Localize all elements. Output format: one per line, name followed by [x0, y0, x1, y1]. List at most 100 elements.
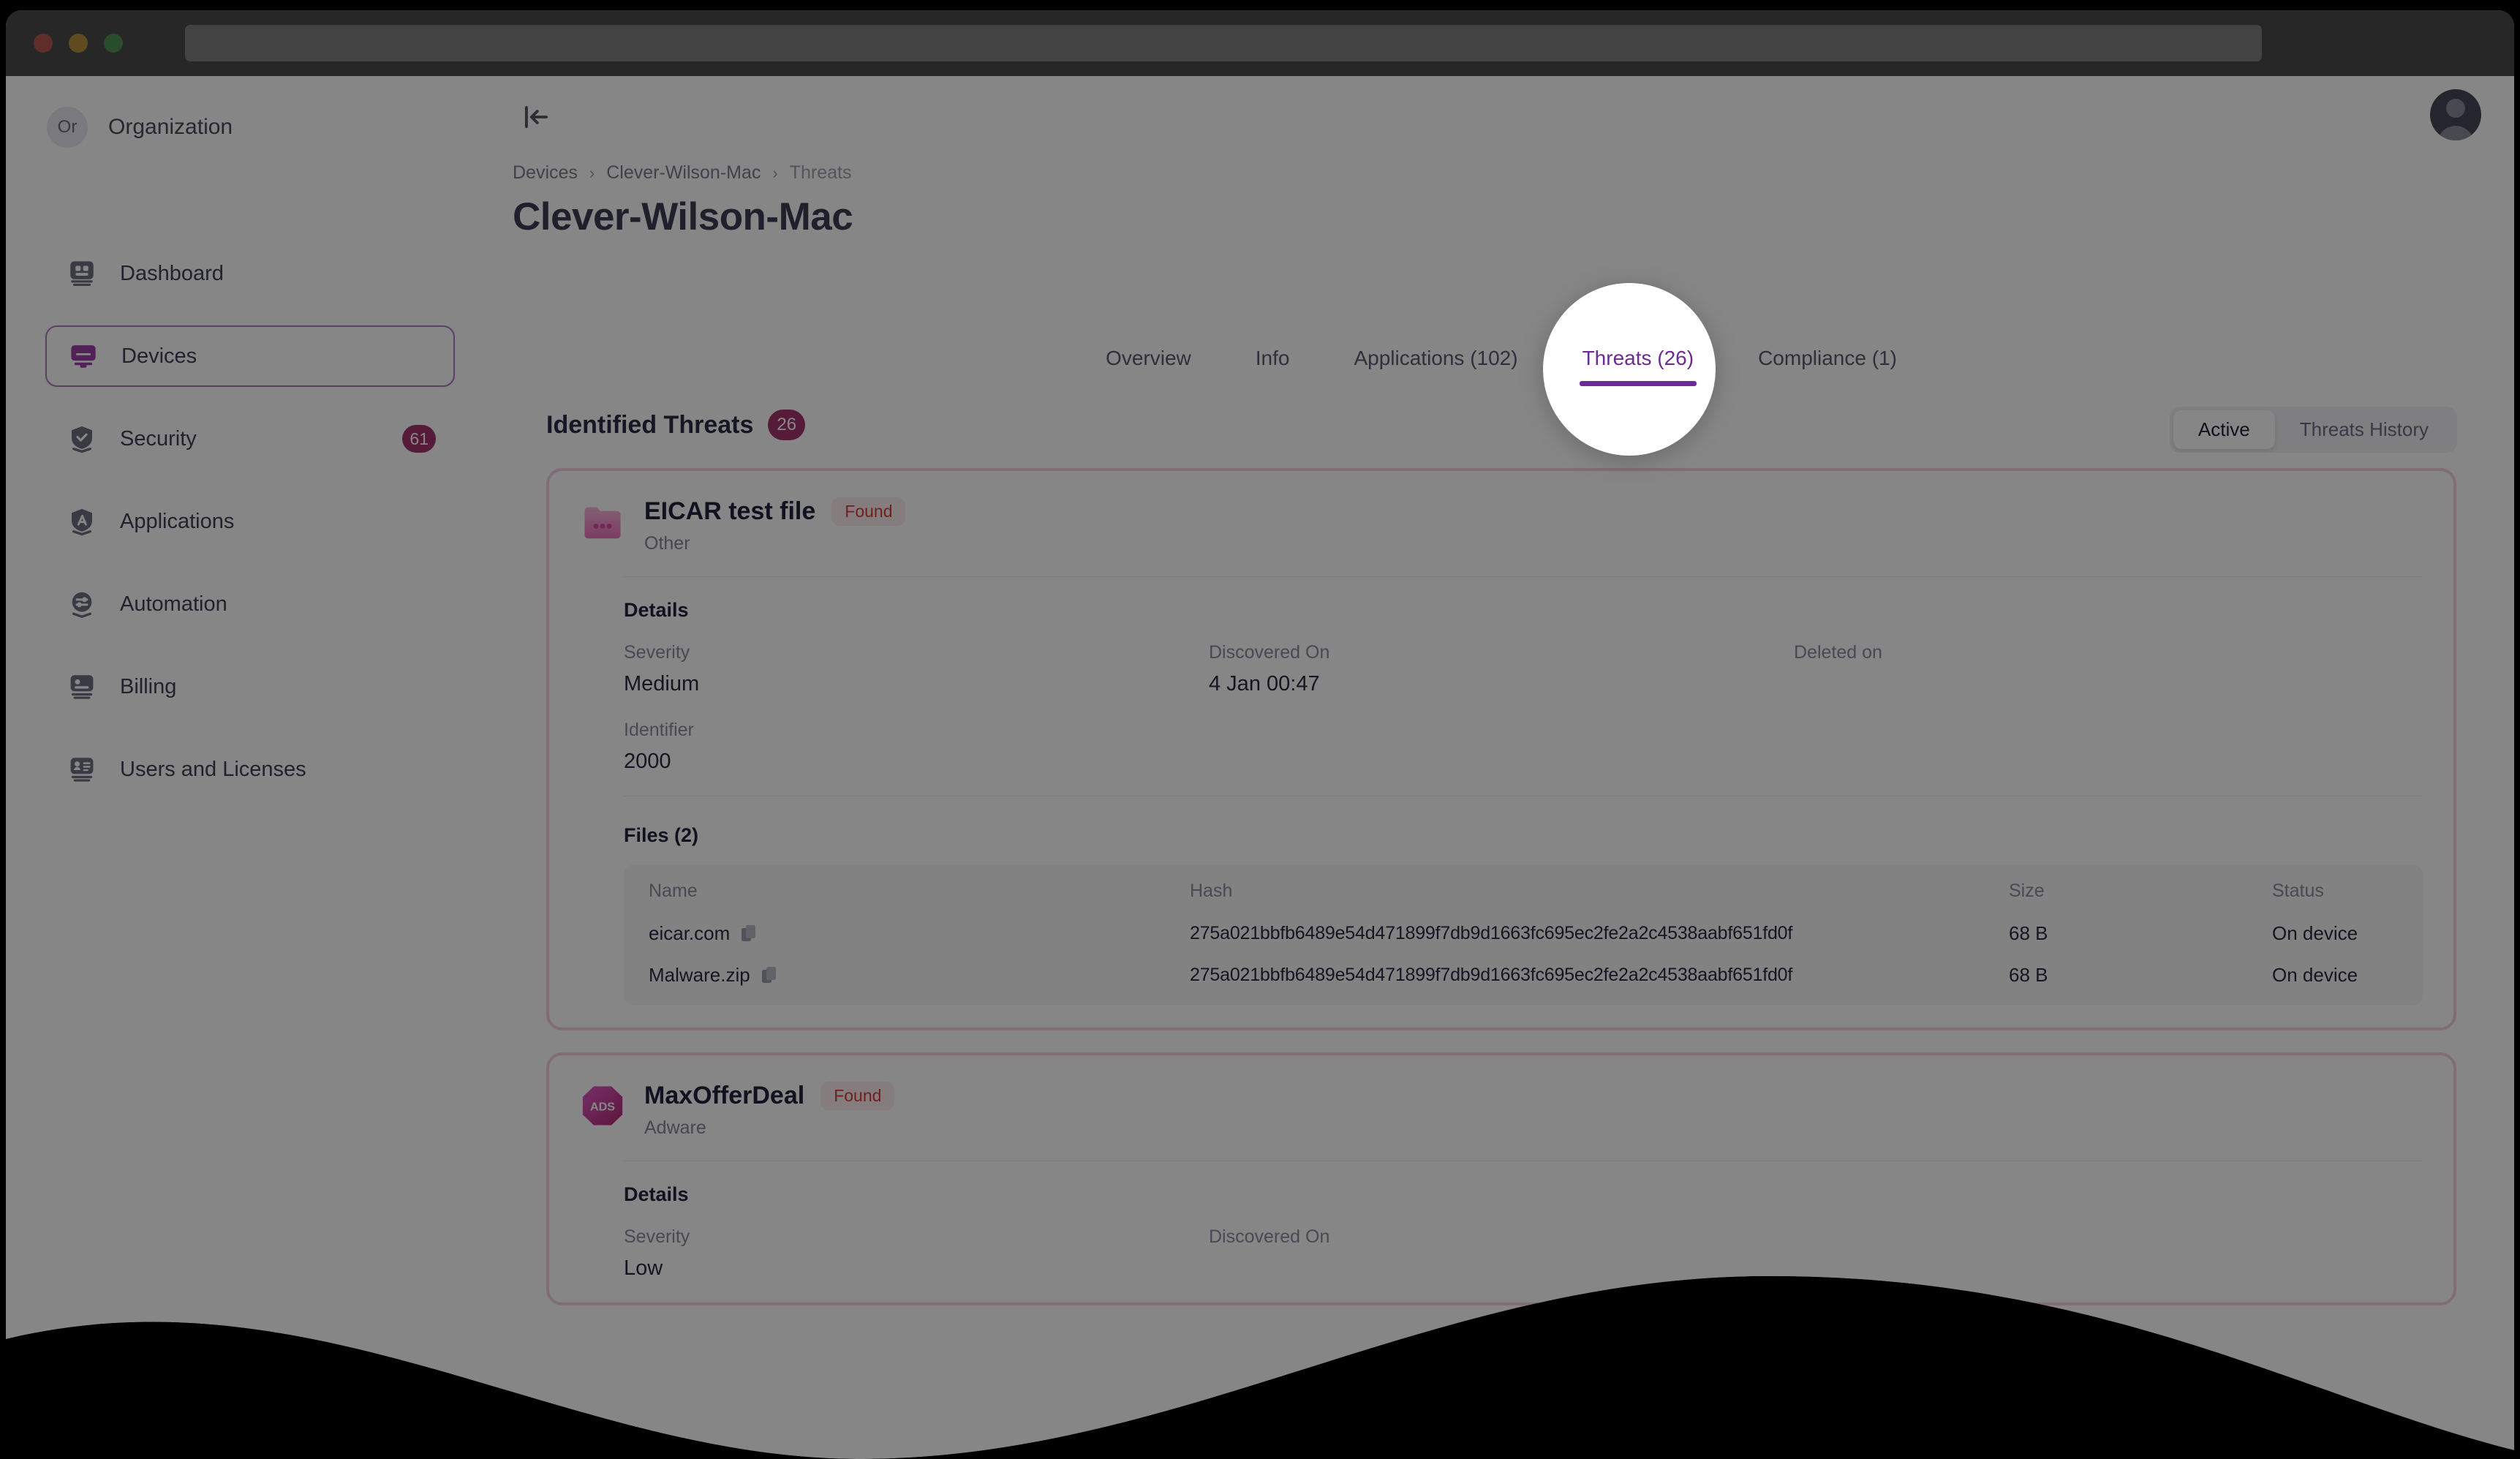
- threat-header: EICAR test file Found Other: [580, 494, 2423, 554]
- threat-category: Adware: [644, 1117, 706, 1138]
- column-header-hash: Hash: [1190, 881, 1233, 901]
- tab-applications[interactable]: Applications (102): [1321, 347, 1550, 386]
- threat-card[interactable]: ADS MaxOfferDeal Found Adware Details Se…: [546, 1052, 2456, 1305]
- tab-threats[interactable]: Threats (26): [1550, 347, 1727, 386]
- application-root: Or Organization Dashboard Devices Securi…: [6, 76, 2514, 1459]
- breadcrumb-item-devices[interactable]: Devices: [513, 162, 578, 184]
- window-controls[interactable]: [34, 34, 123, 53]
- status-badge: Found: [831, 497, 906, 526]
- close-window-button[interactable]: [34, 34, 53, 53]
- adware-badge-icon: ADS: [580, 1083, 625, 1128]
- threat-count-badge: 26: [768, 410, 806, 440]
- detail-key: Identifier: [624, 720, 694, 740]
- file-status: On device: [2272, 922, 2358, 944]
- details-grid: Severity Medium Discovered On 4 Jan 00:4…: [624, 642, 2423, 774]
- file-name: Malware.zip: [649, 964, 750, 986]
- threat-name: EICAR test file: [644, 497, 816, 525]
- sidebar-item-label: Billing: [120, 674, 177, 698]
- details-grid: Severity Low Discovered On: [624, 1226, 2423, 1281]
- table-row: eicar.com 275a021bbfb6489e54d471899f7db9…: [649, 922, 2398, 945]
- users-licenses-icon: [66, 753, 98, 785]
- detail-spacer: [1794, 1226, 2423, 1281]
- file-name-cell: Malware.zip: [649, 964, 1190, 987]
- threats-panel: Identified Threats 26 Active Threats His…: [513, 386, 2490, 1459]
- browser-window: Or Organization Dashboard Devices Securi…: [6, 10, 2514, 1459]
- breadcrumb-item-threats: Threats: [789, 162, 852, 183]
- main-content: Devices › Clever-Wilson-Mac › Threats Cl…: [488, 76, 2514, 1459]
- detail-key: Severity: [624, 642, 690, 663]
- dashboard-icon: [66, 257, 98, 290]
- detail-severity: Severity Low: [624, 1226, 1209, 1281]
- toggle-active[interactable]: Active: [2173, 410, 2275, 449]
- tab-info[interactable]: Info: [1223, 347, 1322, 386]
- maximize-window-button[interactable]: [104, 34, 123, 53]
- threat-card[interactable]: EICAR test file Found Other Details Seve…: [546, 468, 2456, 1030]
- table-row: Malware.zip 275a021bbfb6489e54d471899f7d…: [649, 964, 2398, 987]
- page-title: Clever-Wilson-Mac: [513, 195, 853, 238]
- tab-overview[interactable]: Overview: [1074, 347, 1223, 386]
- file-hash: 275a021bbfb6489e54d471899f7db9d1663fc695…: [1190, 923, 1793, 943]
- file-size: 68 B: [2009, 964, 2048, 986]
- copy-icon[interactable]: [740, 924, 758, 943]
- detail-key: Severity: [624, 1226, 690, 1247]
- top-bar: [488, 76, 2514, 157]
- sidebar-item-label: Dashboard: [120, 261, 224, 285]
- sidebar-item-applications[interactable]: Applications: [45, 491, 455, 552]
- billing-icon: [66, 671, 98, 703]
- detail-value: Medium: [624, 672, 700, 695]
- copy-icon[interactable]: [761, 966, 778, 985]
- collapse-sidebar-icon[interactable]: [519, 101, 553, 133]
- threat-title-block: MaxOfferDeal Found Adware: [644, 1079, 895, 1139]
- breadcrumb: Devices › Clever-Wilson-Mac › Threats: [513, 162, 851, 184]
- detail-discovered-on: Discovered On: [1209, 1226, 1794, 1281]
- detail-value: Low: [624, 1256, 663, 1280]
- breadcrumb-separator: ›: [772, 163, 778, 182]
- threat-name-row: MaxOfferDeal Found: [644, 1082, 895, 1110]
- detail-key: Deleted on: [1794, 642, 1882, 663]
- applications-icon: [66, 505, 98, 538]
- panel-title: Identified Threats: [546, 410, 754, 439]
- sidebar-item-security[interactable]: Security 61: [45, 408, 455, 470]
- address-bar[interactable]: [185, 25, 2262, 61]
- toggle-threats-history[interactable]: Threats History: [2275, 410, 2453, 449]
- file-size: 68 B: [2009, 922, 2048, 944]
- sidebar-item-users-and-licenses[interactable]: Users and Licenses: [45, 739, 455, 800]
- threat-title-block: EICAR test file Found Other: [644, 494, 906, 554]
- breadcrumb-separator: ›: [589, 163, 595, 182]
- files-label: Files (2): [624, 824, 699, 846]
- avatar-body: [2437, 126, 2474, 140]
- organization-switcher[interactable]: Or Organization: [47, 107, 233, 148]
- organization-avatar: Or: [47, 107, 88, 148]
- status-badge: Found: [820, 1082, 895, 1110]
- user-avatar-icon[interactable]: [2430, 89, 2481, 140]
- sidebar-item-dashboard[interactable]: Dashboard: [45, 243, 455, 304]
- folder-threat-icon: [580, 499, 625, 544]
- sidebar-item-automation[interactable]: Automation: [45, 573, 455, 635]
- detail-discovered-on: Discovered On 4 Jan 00:47: [1209, 642, 1794, 696]
- detail-severity: Severity Medium: [624, 642, 1209, 696]
- breadcrumb-item-device[interactable]: Clever-Wilson-Mac: [606, 162, 761, 184]
- devices-icon: [67, 340, 99, 372]
- detail-value: 2000: [624, 750, 671, 773]
- file-hash: 275a021bbfb6489e54d471899f7db9d1663fc695…: [1190, 965, 1793, 985]
- file-name-cell: eicar.com: [649, 922, 1190, 945]
- detail-key: Discovered On: [1209, 1226, 1330, 1247]
- tab-list: Overview Info Applications (102) Threats…: [1074, 347, 1929, 386]
- security-badge-count: 61: [402, 425, 436, 453]
- file-status: On device: [2272, 964, 2358, 986]
- minimize-window-button[interactable]: [69, 34, 88, 53]
- organization-name: Organization: [108, 115, 233, 139]
- column-header-size: Size: [2009, 881, 2045, 901]
- threat-list: EICAR test file Found Other Details Seve…: [546, 468, 2456, 1327]
- browser-titlebar: [6, 10, 2514, 76]
- automation-icon: [66, 588, 98, 620]
- column-header-status: Status: [2272, 881, 2324, 901]
- svg-text:ADS: ADS: [590, 1100, 615, 1113]
- sidebar-item-billing[interactable]: Billing: [45, 656, 455, 717]
- device-tabs: Overview Info Applications (102) Threats…: [513, 287, 2490, 386]
- shield-check-icon: [66, 423, 98, 455]
- sidebar-item-devices[interactable]: Devices: [45, 325, 455, 387]
- tab-compliance[interactable]: Compliance (1): [1726, 347, 1929, 386]
- threats-view-toggle: Active Threats History: [2169, 407, 2457, 453]
- sidebar-nav-list: Dashboard Devices Security 61 Applicatio…: [45, 243, 455, 821]
